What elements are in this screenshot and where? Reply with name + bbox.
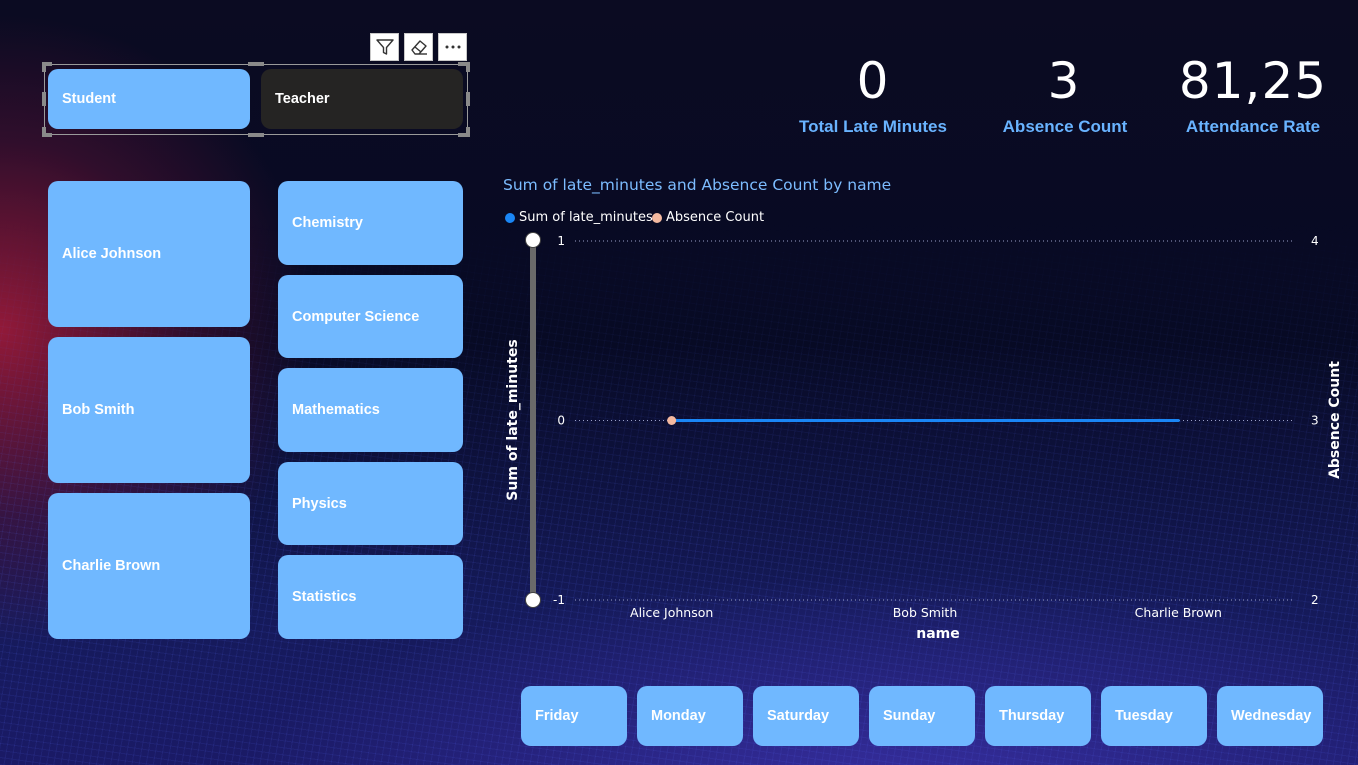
data-point-absence-count[interactable]	[667, 416, 677, 425]
y-tick-label: 0	[557, 414, 565, 428]
y-tick-label: 1	[557, 234, 565, 248]
combo-line-chart: 1 0 -1 4 3 2 Alice Johnson Bob Smith Charlie B…	[505, 232, 1343, 642]
slicer-button-monday[interactable]: Monday	[637, 686, 743, 746]
slicer-button-wednesday[interactable]: Wednesday	[1217, 686, 1323, 746]
y-axis-title: Sum of late_minutes	[505, 339, 521, 500]
x-tick-label: Alice Johnson	[630, 605, 713, 620]
slicer-button-label: Tuesday	[1115, 708, 1173, 724]
slicer-button-label: Monday	[651, 708, 706, 724]
x-axis-title: name	[916, 626, 960, 642]
slicer-button-label: Friday	[535, 708, 579, 724]
y2-axis-title: Absence Count	[1327, 361, 1343, 479]
slicer-button-label: Sunday	[883, 708, 936, 724]
slicer-button-sunday[interactable]: Sunday	[869, 686, 975, 746]
x-tick-label: Charlie Brown	[1135, 605, 1222, 620]
y2-tick-label: 4	[1311, 234, 1319, 248]
slicer-button-saturday[interactable]: Saturday	[753, 686, 859, 746]
slicer-button-label: Thursday	[999, 708, 1065, 724]
slicer-button-thursday[interactable]: Thursday	[985, 686, 1091, 746]
slicer-button-friday[interactable]: Friday	[521, 686, 627, 746]
y-tick-label: -1	[553, 593, 565, 607]
y-zoom-slider-handle-top[interactable]	[525, 232, 541, 248]
y2-tick-label: 3	[1311, 414, 1319, 428]
slicer-button-tuesday[interactable]: Tuesday	[1101, 686, 1207, 746]
slicer-button-label: Wednesday	[1231, 708, 1312, 724]
slicer-button-label: Saturday	[767, 708, 830, 724]
y2-tick-label: 2	[1311, 593, 1319, 607]
y-zoom-slider-handle-bottom[interactable]	[525, 592, 541, 608]
x-tick-label: Bob Smith	[893, 605, 958, 620]
y-zoom-slider-track[interactable]	[530, 240, 536, 600]
